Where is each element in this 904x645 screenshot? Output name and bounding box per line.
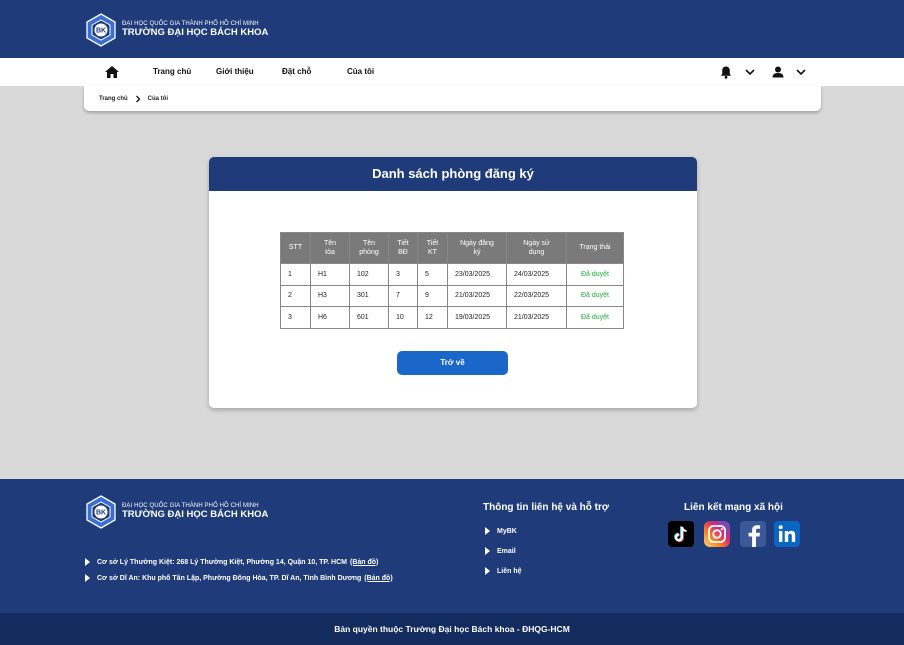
col-header: Ngày sử dụng	[506, 232, 567, 264]
bk-logo-icon: BK	[86, 13, 116, 47]
cell-status: Đã duyệt	[566, 306, 624, 329]
facebook-icon[interactable]	[740, 521, 766, 547]
address-item: Cơ sở Dĩ An: Khu phố Tân Lập, Phường Đôn…	[85, 574, 393, 582]
cell-start-period: 3	[388, 263, 418, 286]
caret-right-icon	[485, 527, 490, 535]
copyright-bar: Bản quyền thuộc Trường Đại học Bách khoa…	[0, 613, 904, 645]
caret-right-icon	[485, 547, 490, 555]
cell-register-date: 19/03/2025	[447, 306, 507, 329]
contact-link-email[interactable]: Email	[485, 547, 516, 555]
footer: BK ĐẠI HỌC QUỐC GIA THÀNH PHỐ HỒ CHÍ MIN…	[0, 479, 904, 613]
registration-table: STT Tên tòa Tên phòng Tiết BĐ Tiết KT Ngày đ…	[280, 232, 624, 329]
caret-right-icon	[485, 567, 490, 575]
table-row: 1 H1 102 3 5 23/03/2025 24/03/2025 Đã du…	[280, 263, 624, 286]
address-text: Cơ sở Dĩ An: Khu phố Tân Lập, Phường Đôn…	[97, 574, 362, 582]
top-header: BK ĐẠI HỌC QUỐC GIA THÀNH PHỐ HỒ CHÍ MIN…	[0, 0, 904, 58]
map-link[interactable]: (Bản đồ)	[350, 559, 378, 566]
cell-register-date: 23/03/2025	[447, 263, 507, 286]
cell-start-period: 10	[388, 306, 418, 329]
address-text: Cơ sở Lý Thường Kiệt: 268 Lý Thường Kiệt…	[97, 558, 347, 566]
contact-title: Thông tin liên hệ và hỗ trợ	[483, 502, 609, 513]
logo-title: TRƯỜNG ĐẠI HỌC BÁCH KHOA	[122, 26, 269, 38]
bell-icon[interactable]	[719, 65, 733, 79]
address-item: Cơ sở Lý Thường Kiệt: 268 Lý Thường Kiệt…	[85, 558, 378, 566]
instagram-icon[interactable]	[704, 521, 730, 547]
cell-end-period: 12	[417, 306, 448, 329]
table-header-row: STT Tên tòa Tên phòng Tiết BĐ Tiết KT Ngày đ…	[280, 232, 624, 264]
cell-room: 601	[349, 306, 389, 329]
caret-right-icon	[85, 558, 90, 566]
cell-stt: 3	[280, 306, 311, 329]
col-header: Trạng thái	[566, 232, 624, 264]
col-header: Ngày đăng ký	[447, 232, 507, 264]
cell-building: H1	[310, 263, 350, 286]
table-row: 2 H3 301 7 9 21/03/2025 22/03/2025 Đã du…	[280, 284, 624, 307]
breadcrumb: Trang chủ Của tôi	[84, 86, 821, 111]
cell-use-date: 21/03/2025	[506, 306, 567, 329]
col-header: STT	[280, 232, 311, 264]
footer-university-logo[interactable]: BK ĐẠI HỌC QUỐC GIA THÀNH PHỐ HỒ CHÍ MIN…	[84, 495, 268, 529]
cell-use-date: 24/03/2025	[506, 263, 567, 286]
main-nav: Trang chủ Giới thiệu Đặt chỗ Của tôi	[0, 58, 904, 86]
tiktok-icon[interactable]	[668, 521, 694, 547]
contact-link-mybk[interactable]: MyBK	[485, 527, 517, 535]
cell-register-date: 21/03/2025	[447, 284, 507, 307]
cell-room: 301	[349, 284, 389, 307]
user-icon[interactable]	[771, 65, 785, 79]
cell-status: Đã duyệt	[566, 263, 624, 286]
chevron-down-icon[interactable]	[743, 65, 757, 79]
registered-rooms-card: Danh sách phòng đăng ký STT Tên tòa Tên ph…	[209, 157, 697, 408]
nav-item-home[interactable]: Trang chủ	[153, 67, 191, 76]
table-row: 3 H6 601 10 12 19/03/2025 21/03/2025 Đã …	[280, 306, 624, 329]
svg-text:BK: BK	[96, 510, 106, 517]
cell-start-period: 7	[388, 284, 418, 307]
card-title: Danh sách phòng đăng ký	[209, 157, 697, 191]
logo-title: TRƯỜNG ĐẠI HỌC BÁCH KHOA	[122, 508, 269, 520]
nav-item-about[interactable]: Giới thiệu	[216, 67, 254, 76]
social-title: Liên kết mạng xã hội	[684, 502, 783, 513]
home-icon[interactable]	[104, 65, 120, 79]
university-logo[interactable]: BK ĐẠI HỌC QUỐC GIA THÀNH PHỐ HỒ CHÍ MIN…	[84, 13, 268, 47]
caret-right-icon	[85, 574, 90, 582]
chevron-right-icon	[135, 95, 141, 102]
cell-status: Đã duyệt	[566, 284, 624, 307]
bk-logo-icon: BK	[86, 495, 116, 529]
nav-item-mine[interactable]: Của tôi	[347, 67, 374, 76]
cell-stt: 2	[280, 284, 311, 307]
col-header: Tiết KT	[417, 232, 448, 264]
col-header: Tiết BĐ	[388, 232, 418, 264]
svg-text:BK: BK	[96, 28, 106, 35]
linkedin-icon[interactable]	[774, 521, 800, 547]
cell-end-period: 9	[417, 284, 448, 307]
breadcrumb-home[interactable]: Trang chủ	[99, 96, 128, 102]
cell-stt: 1	[280, 263, 311, 286]
chevron-down-icon[interactable]	[794, 65, 808, 79]
map-link[interactable]: (Bản đồ)	[364, 575, 392, 582]
cell-use-date: 22/03/2025	[506, 284, 567, 307]
contact-link-contact[interactable]: Liên hệ	[485, 567, 522, 575]
cell-building: H3	[310, 284, 350, 307]
nav-item-booking[interactable]: Đặt chỗ	[282, 67, 311, 76]
cell-building: H6	[310, 306, 350, 329]
cell-room: 102	[349, 263, 389, 286]
back-button[interactable]: Trở về	[397, 351, 508, 375]
cell-end-period: 5	[417, 263, 448, 286]
col-header: Tên phòng	[349, 232, 389, 264]
breadcrumb-current: Của tôi	[147, 95, 169, 102]
col-header: Tên tòa	[310, 232, 350, 264]
